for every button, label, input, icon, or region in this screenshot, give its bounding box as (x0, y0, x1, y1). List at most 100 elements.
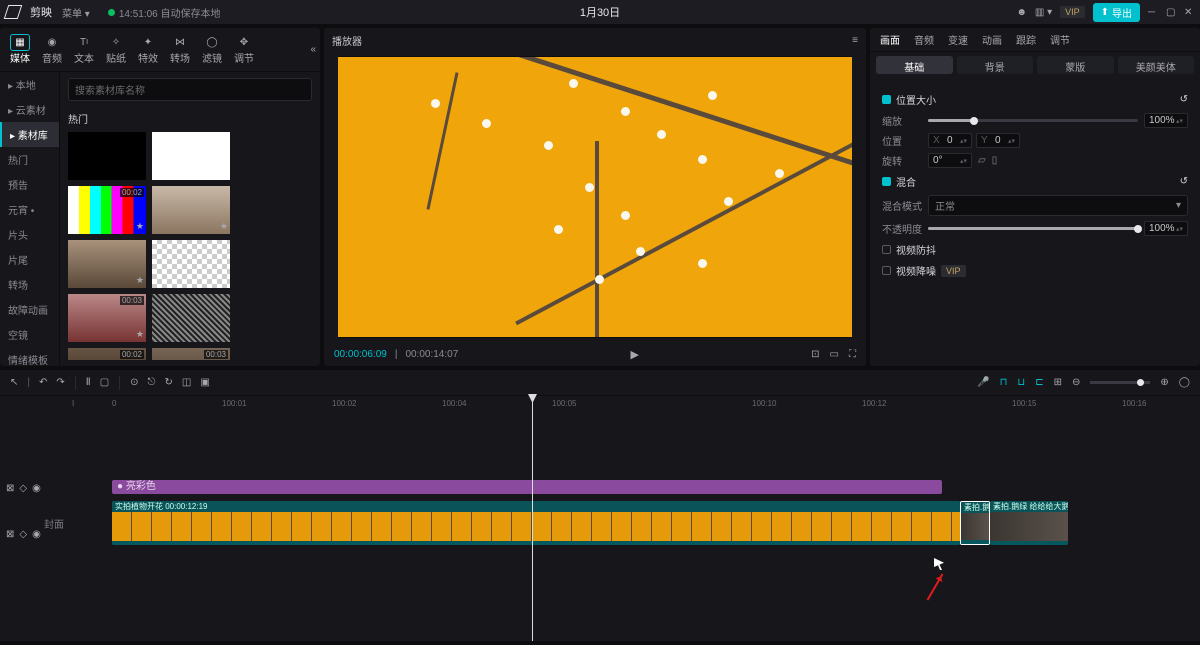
vip-badge[interactable]: VIP (1060, 6, 1085, 18)
lock-icon[interactable]: ⊠ (6, 529, 14, 540)
feedback-icon[interactable]: ☻ (1016, 7, 1027, 18)
module-effect[interactable]: ✦特效 (132, 34, 164, 65)
window-maximize[interactable]: ▢ (1166, 7, 1176, 17)
tab-adjust[interactable]: 调节 (1050, 32, 1070, 47)
layout-icon[interactable]: ▥ ▾ (1035, 7, 1052, 18)
media-thumbnail[interactable]: 00:03★ (68, 294, 146, 342)
blend-mode-dropdown[interactable]: 正常▾ (928, 195, 1188, 216)
zoom-in-icon[interactable]: ⊕ (1160, 377, 1168, 388)
lock-icon[interactable]: ⊠ (6, 483, 14, 494)
window-minimize[interactable]: ─ (1148, 7, 1158, 17)
snap-icon[interactable]: ⊏ (1035, 377, 1043, 388)
sidebar-item[interactable]: ▸ 素材库 (0, 122, 59, 147)
checkbox-icon[interactable] (882, 95, 891, 104)
split-icon[interactable]: Ⅱ (86, 377, 91, 388)
module-audio[interactable]: ◉音频 (36, 34, 68, 65)
zoom-slider[interactable] (1090, 381, 1150, 384)
sidebar-item[interactable]: 转场 (0, 272, 59, 297)
clip-selected[interactable]: 素拍.鹅 (960, 501, 990, 545)
mute-icon[interactable]: ◇ (19, 529, 27, 540)
reset-icon[interactable]: ↺ (1180, 94, 1188, 105)
video-track-head[interactable]: ⊠ ◇ ◉ (0, 502, 72, 566)
scale-value[interactable]: 100%▴▾ (1144, 113, 1188, 128)
zoom-fit-icon[interactable]: ◯ (1179, 377, 1190, 388)
sidebar-item[interactable]: ▸ 本地 (0, 72, 59, 97)
media-thumbnail[interactable]: ★ (68, 240, 146, 288)
sidebar-item[interactable]: 预告 (0, 172, 59, 197)
flip-v-icon[interactable]: ▯ (992, 155, 998, 166)
media-thumbnail[interactable]: ★ (152, 186, 230, 234)
filter-track-head[interactable]: ⊠ ◇ ◉ (0, 474, 72, 502)
flip-h-icon[interactable]: ▱ (978, 155, 986, 166)
delete-icon[interactable]: ▢ (100, 377, 109, 388)
checkbox-off-icon[interactable] (882, 245, 891, 254)
speed-icon[interactable]: ⊙ (130, 377, 138, 388)
sidebar-item[interactable]: ▸ 云素材 (0, 97, 59, 122)
zoom-out-icon[interactable]: ⊖ (1072, 377, 1080, 388)
sidebar-item[interactable]: 空镜 (0, 322, 59, 347)
clip-main[interactable]: 实拍植物开花 00:00:12:19 (112, 501, 960, 545)
group-position-size[interactable]: 位置大小 ↺ (882, 92, 1188, 107)
collapse-sidebar-icon[interactable]: « (310, 44, 316, 55)
search-input[interactable]: 搜索素材库名称 (68, 78, 312, 101)
track-area[interactable]: ● 亮彩色 封面 实拍植物开花 00:00:12:19 素拍.鹅 素拍.鹅 (72, 416, 1200, 566)
export-button[interactable]: ⬆ 导出 (1093, 3, 1140, 22)
scale-slider[interactable] (928, 119, 1138, 122)
checkbox-icon[interactable] (882, 177, 891, 186)
module-sticker[interactable]: ✧贴纸 (100, 34, 132, 65)
module-media[interactable]: ▦媒体 (4, 34, 36, 65)
group-stabilize[interactable]: 视频防抖 (882, 242, 1188, 257)
mic-icon[interactable]: 🎤 (977, 377, 989, 388)
checkbox-off-icon[interactable] (882, 266, 891, 275)
main-menu[interactable]: 菜单 ▾ (62, 5, 90, 20)
media-thumbnail[interactable]: 00:02 (68, 348, 146, 360)
pos-x-field[interactable]: X0▴▾ (928, 133, 972, 148)
preview-cut-icon[interactable]: ⊞ (1054, 377, 1062, 388)
tab-audio[interactable]: 音频 (914, 32, 934, 47)
tab-speed[interactable]: 变速 (948, 32, 968, 47)
sidebar-item[interactable]: 片头 (0, 222, 59, 247)
subtab-basic[interactable]: 基础 (876, 56, 953, 74)
freeze-icon[interactable]: ▣ (200, 377, 209, 388)
preview-menu-icon[interactable]: ≡ (852, 35, 858, 46)
media-thumbnail[interactable] (152, 240, 230, 288)
tab-anim[interactable]: 动画 (982, 32, 1002, 47)
opacity-slider[interactable] (928, 227, 1138, 230)
link-icon[interactable]: ⊔ (1017, 377, 1025, 388)
play-button[interactable]: ▶ (630, 348, 638, 361)
media-thumbnail[interactable]: 00:03 (152, 348, 230, 360)
tab-track[interactable]: 跟踪 (1016, 32, 1036, 47)
undo-icon[interactable]: ↶ (39, 377, 47, 388)
rotation-field[interactable]: 0°▴▾ (928, 153, 972, 168)
sidebar-item[interactable]: 情绪模板 (0, 347, 59, 366)
mirror-icon[interactable]: ⎋ (148, 377, 156, 388)
safe-zone-icon[interactable]: ⊡ (811, 349, 819, 360)
module-transition[interactable]: ⋈转场 (164, 34, 196, 65)
reset-icon[interactable]: ↺ (1180, 176, 1188, 187)
group-blend[interactable]: 混合 ↺ (882, 174, 1188, 189)
module-adjust[interactable]: ✥调节 (228, 34, 260, 65)
tab-picture[interactable]: 画面 (880, 32, 900, 47)
eye-icon[interactable]: ◉ (32, 483, 41, 494)
preview-viewport[interactable] (338, 56, 852, 338)
media-thumbnail[interactable] (68, 132, 146, 180)
visibility-icon[interactable]: ◇ (19, 483, 27, 494)
filter-clip[interactable]: ● 亮彩色 (112, 480, 942, 494)
subtab-bg[interactable]: 背景 (957, 56, 1034, 74)
sidebar-item[interactable]: 元宵 • (0, 197, 59, 222)
clip-tail[interactable]: 素拍.鹅绿 给给给大鹅 00 (990, 501, 1068, 545)
subtab-mask[interactable]: 蒙版 (1037, 56, 1114, 74)
fullscreen-icon[interactable]: ⛶ (849, 349, 856, 360)
timeline-ruler[interactable]: I0100:01100:02100:04100:05100:10100:1210… (72, 396, 1200, 416)
sidebar-item[interactable]: 热门 (0, 147, 59, 172)
subtab-beauty[interactable]: 美颜美体 (1118, 56, 1195, 74)
playhead[interactable] (532, 396, 533, 641)
media-thumbnail[interactable]: 00:02★ (68, 186, 146, 234)
select-tool-icon[interactable]: ↖ (10, 377, 18, 388)
opacity-value[interactable]: 100%▴▾ (1144, 221, 1188, 236)
cover-label[interactable]: 封面 (34, 516, 64, 531)
module-filter[interactable]: ◯滤镜 (196, 34, 228, 65)
sidebar-item[interactable]: 故障动画 (0, 297, 59, 322)
sidebar-item[interactable]: 片尾 (0, 247, 59, 272)
pos-y-field[interactable]: Y0▴▾ (976, 133, 1020, 148)
